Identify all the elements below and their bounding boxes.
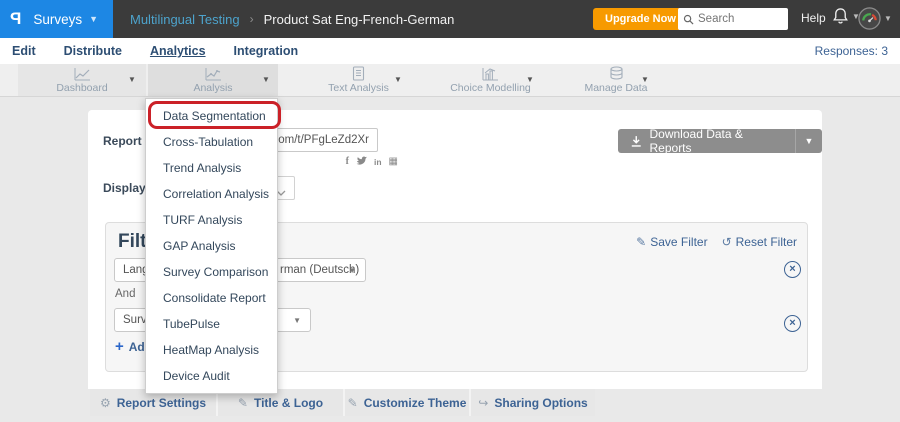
save-filter-label: Save Filter bbox=[650, 235, 707, 249]
text-analysis-dropdown-caret[interactable]: ▼ bbox=[394, 75, 402, 84]
report-label: Report bbox=[103, 134, 142, 148]
save-filter-link[interactable]: ✎ Save Filter bbox=[636, 235, 707, 249]
download-data-reports-split-button: Download Data & Reports ▼ bbox=[618, 129, 822, 153]
toolbar-manage-data-button[interactable]: Manage Data bbox=[560, 64, 672, 96]
top-bar: P Surveys ▼ Multilingual Testing › Produ… bbox=[0, 0, 900, 38]
remove-filter-row-button[interactable]: × bbox=[784, 315, 801, 332]
chevron-down-icon: ▼ bbox=[348, 266, 356, 275]
responses-count[interactable]: Responses: 3 bbox=[815, 44, 888, 58]
chevron-down-icon: ▼ bbox=[884, 14, 892, 23]
twitter-icon[interactable] bbox=[356, 156, 367, 168]
breadcrumb-current: Product Sat Eng-French-German bbox=[264, 12, 455, 27]
choice-modelling-dropdown-caret[interactable]: ▼ bbox=[526, 75, 534, 84]
reset-filter-link[interactable]: ↺ Reset Filter bbox=[722, 235, 797, 249]
qr-code-icon[interactable]: ▦ bbox=[389, 157, 398, 167]
product-label: Surveys bbox=[33, 12, 82, 27]
breadcrumb-parent-link[interactable]: Multilingual Testing bbox=[130, 12, 240, 27]
help-link[interactable]: Help bbox=[801, 11, 826, 25]
filter-conjunction: And bbox=[115, 288, 135, 300]
upgrade-now-button[interactable]: Upgrade Now bbox=[593, 8, 688, 30]
chevron-down-icon: ▼ bbox=[293, 316, 301, 325]
linkedin-icon[interactable]: in bbox=[374, 157, 382, 167]
menu-item-heatmap-analysis[interactable]: HeatMap Analysis bbox=[146, 337, 277, 363]
bar-chart-icon bbox=[482, 67, 499, 81]
pencil-icon: ✎ bbox=[238, 396, 248, 410]
analysis-dropdown-menu: Data Segmentation Cross-Tabulation Trend… bbox=[145, 98, 278, 394]
nav-tab-analytics[interactable]: Analytics bbox=[150, 42, 206, 60]
global-search bbox=[678, 8, 788, 30]
manage-data-dropdown-caret[interactable]: ▼ bbox=[641, 75, 649, 84]
download-data-reports-button[interactable]: Download Data & Reports bbox=[618, 129, 795, 153]
tab-label: Customize Theme bbox=[364, 396, 467, 410]
menu-item-turf-analysis[interactable]: TURF Analysis bbox=[146, 207, 277, 233]
notifications-menu[interactable]: ▼ bbox=[832, 7, 860, 25]
menu-item-device-audit[interactable]: Device Audit bbox=[146, 363, 277, 389]
toolbar-dashboard-button[interactable]: Dashboard bbox=[18, 64, 146, 96]
reset-filter-label: Reset Filter bbox=[736, 235, 797, 249]
menu-item-consolidate-report[interactable]: Consolidate Report bbox=[146, 285, 277, 311]
toolbar-choice-modelling-button[interactable]: Choice Modelling bbox=[428, 64, 553, 96]
dashboard-dropdown-caret[interactable]: ▼ bbox=[128, 75, 136, 84]
survey-nav: Edit Distribute Analytics Integration Re… bbox=[0, 38, 900, 64]
menu-item-correlation-analysis[interactable]: Correlation Analysis bbox=[146, 181, 277, 207]
share-icons-row: f in ▦ bbox=[323, 156, 398, 168]
bell-icon bbox=[832, 7, 849, 25]
surveys-menu[interactable]: P Surveys ▼ bbox=[0, 0, 113, 38]
pencil-icon: ✎ bbox=[348, 396, 358, 410]
menu-item-survey-comparison[interactable]: Survey Comparison bbox=[146, 259, 277, 285]
share-arrow-icon: ↪ bbox=[478, 396, 488, 410]
tab-label: Title & Logo bbox=[254, 396, 323, 410]
database-icon bbox=[609, 66, 624, 81]
tab-sharing-options[interactable]: ↪ Sharing Options bbox=[471, 389, 595, 416]
breadcrumb: Multilingual Testing › Product Sat Eng-F… bbox=[130, 0, 454, 38]
analytics-toolbar: Dashboard ▼ Analysis ▼ Text Analysis ▼ C… bbox=[0, 64, 900, 97]
menu-item-tubepulse[interactable]: TubePulse bbox=[146, 311, 277, 337]
tab-label: Sharing Options bbox=[494, 396, 587, 410]
toolbar-button-label: Choice Modelling bbox=[450, 82, 531, 94]
document-icon bbox=[352, 66, 365, 81]
account-menu[interactable]: ▼ bbox=[858, 7, 892, 30]
tab-customize-theme[interactable]: ✎ Customize Theme bbox=[345, 389, 471, 416]
download-button-label: Download Data & Reports bbox=[650, 127, 783, 155]
toolbar-text-analysis-button[interactable]: Text Analysis bbox=[296, 64, 421, 96]
toolbar-button-label: Analysis bbox=[193, 82, 232, 94]
pencil-icon: ✎ bbox=[636, 235, 646, 249]
display-label: Display bbox=[103, 181, 146, 195]
remove-filter-row-button[interactable]: × bbox=[784, 261, 801, 278]
tab-label: Report Settings bbox=[117, 396, 206, 410]
menu-item-gap-analysis[interactable]: GAP Analysis bbox=[146, 233, 277, 259]
avatar bbox=[858, 7, 881, 30]
reset-icon: ↺ bbox=[722, 235, 732, 249]
nav-tab-distribute[interactable]: Distribute bbox=[64, 42, 122, 60]
download-options-caret[interactable]: ▼ bbox=[795, 129, 822, 153]
menu-item-trend-analysis[interactable]: Trend Analysis bbox=[146, 155, 277, 181]
line-chart-icon bbox=[74, 67, 91, 81]
nav-tab-integration[interactable]: Integration bbox=[234, 42, 299, 60]
toolbar-analysis-button[interactable]: Analysis bbox=[148, 64, 278, 96]
gears-icon: ⚙ bbox=[100, 396, 111, 410]
download-icon bbox=[630, 135, 643, 148]
search-icon bbox=[683, 14, 694, 25]
scatter-chart-icon bbox=[205, 67, 222, 81]
facebook-icon[interactable]: f bbox=[346, 157, 349, 167]
menu-item-data-segmentation[interactable]: Data Segmentation bbox=[146, 103, 277, 129]
breadcrumb-separator-icon: › bbox=[250, 12, 254, 26]
plus-icon: + bbox=[115, 340, 124, 354]
menu-item-cross-tabulation[interactable]: Cross-Tabulation bbox=[146, 129, 277, 155]
app-screen: P Surveys ▼ Multilingual Testing › Produ… bbox=[0, 0, 900, 422]
toolbar-button-label: Dashboard bbox=[56, 82, 107, 94]
chevron-down-icon: ▼ bbox=[89, 14, 98, 24]
brand-logo-icon: P bbox=[10, 9, 21, 29]
search-input[interactable] bbox=[698, 13, 778, 25]
toolbar-button-label: Text Analysis bbox=[328, 82, 389, 94]
toolbar-button-label: Manage Data bbox=[584, 82, 647, 94]
analysis-dropdown-caret[interactable]: ▼ bbox=[262, 75, 270, 84]
nav-tab-edit[interactable]: Edit bbox=[12, 42, 36, 60]
